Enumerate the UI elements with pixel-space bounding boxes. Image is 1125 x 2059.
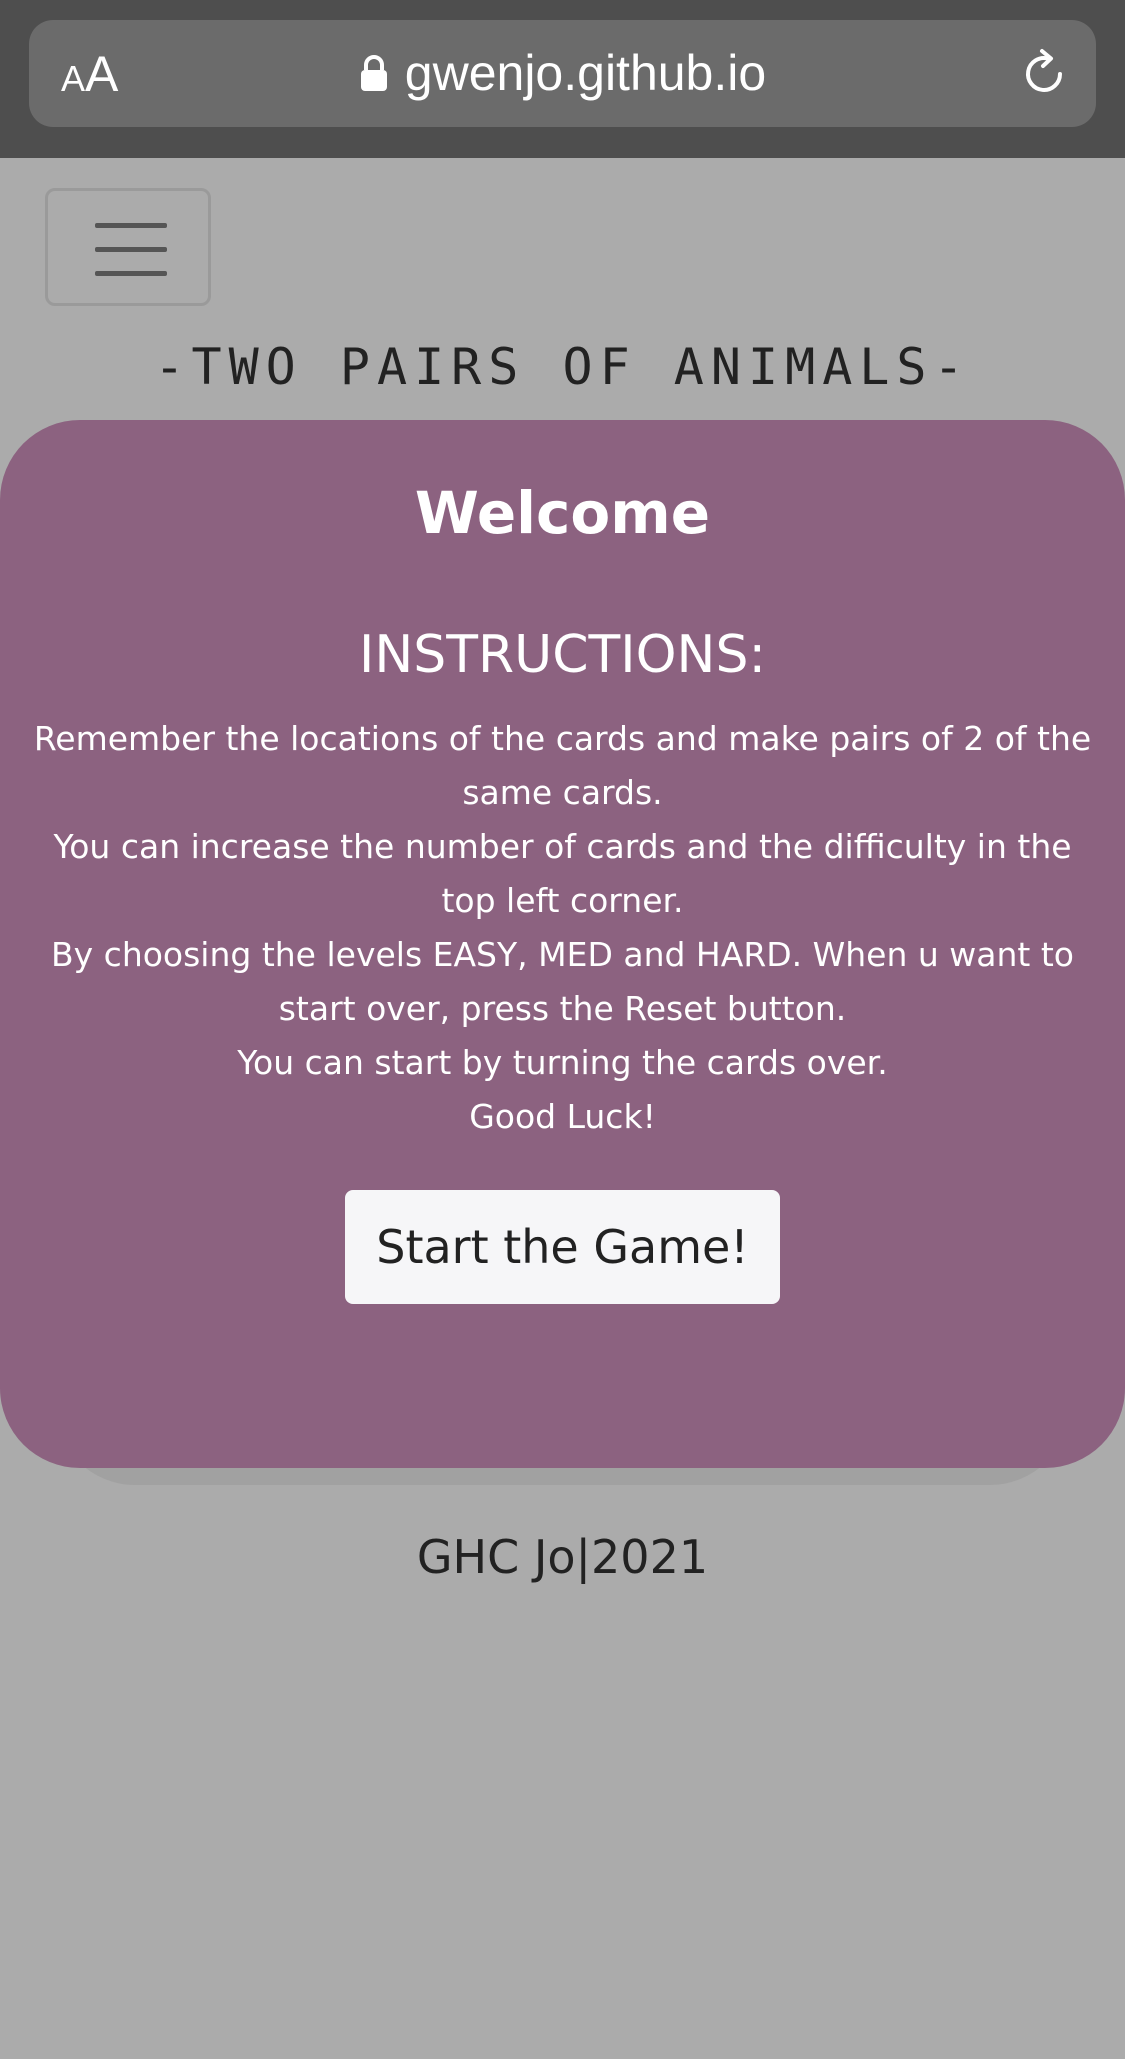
start-game-button[interactable]: Start the Game! [345,1190,780,1304]
instructions-heading: INSTRUCTIONS: [359,625,766,685]
lock-icon [360,55,387,91]
modal-heading: Welcome [414,479,711,547]
hamburger-menu-button[interactable] [45,188,211,306]
instructions-text: Remember the locations of the cards and … [30,712,1095,1144]
hamburger-menu-icon-middle-bar [95,247,167,252]
address-bar[interactable]: AA gwenjo.github.io [29,20,1096,127]
instruction-line: By choosing the levels EASY, MED and HAR… [51,935,1074,1028]
hamburger-menu-icon-bottom-bar [95,271,167,276]
instruction-line: Good Luck! [469,1097,656,1136]
page-title: -TWO PAIRS OF ANIMALS- [154,338,971,396]
instruction-line: You can start by turning the cards over. [237,1043,888,1082]
instruction-line: You can increase the number of cards and… [53,827,1072,920]
welcome-modal: Welcome INSTRUCTIONS: Remember the locat… [0,420,1125,1468]
instruction-line: Remember the locations of the cards and … [33,719,1092,812]
url-text: gwenjo.github.io [404,45,767,101]
hamburger-menu-icon [95,223,167,228]
browser-toolbar: AA gwenjo.github.io [0,0,1125,158]
footer-credit: GHC Jo|2021 [416,1530,709,1584]
url-display[interactable]: gwenjo.github.io [29,42,1096,104]
reload-icon[interactable] [1018,48,1070,100]
